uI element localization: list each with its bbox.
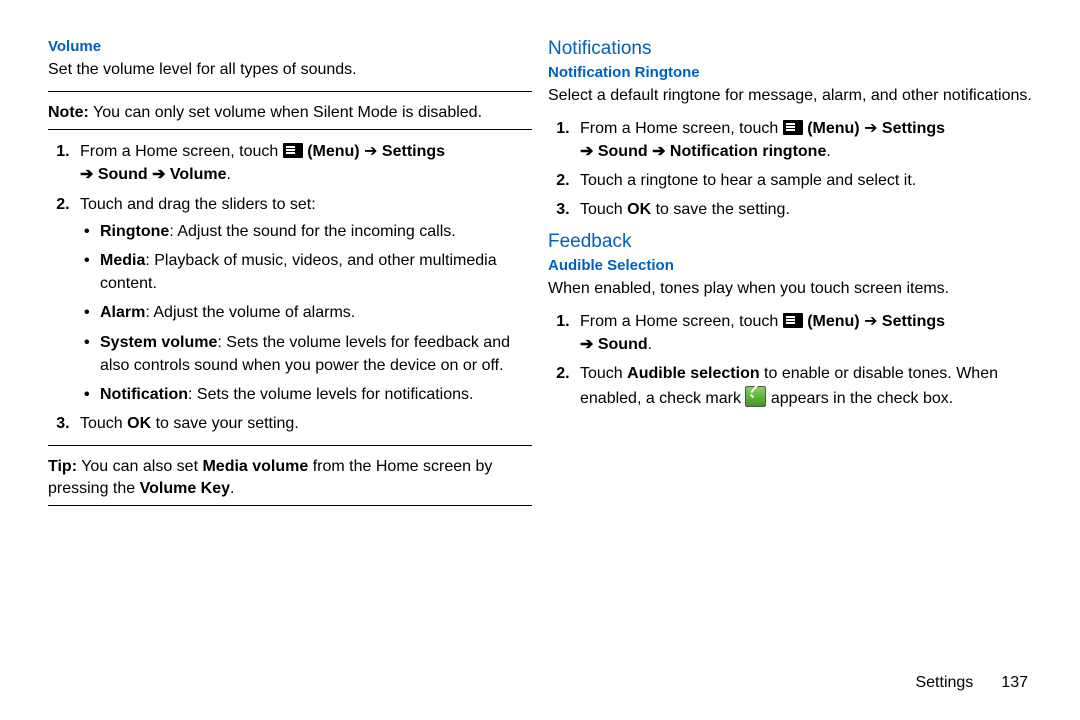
- arrow-icon: ➔: [580, 336, 598, 353]
- slider-bullets: Ringtone: Adjust the sound for the incom…: [84, 220, 532, 406]
- dot: .: [648, 336, 652, 353]
- notifications-section: Notifications: [548, 38, 1032, 60]
- arrow-icon: ➔: [860, 120, 882, 137]
- checkmark-icon: [745, 386, 766, 407]
- divider: [48, 445, 532, 446]
- bullet-label: Notification: [100, 386, 188, 403]
- bullet-text: : Adjust the volume of alarms.: [145, 304, 355, 321]
- feedback-steps: From a Home screen, touch (Menu) ➔ Setti…: [574, 310, 1032, 410]
- page-footer: Settings 137: [915, 674, 1028, 692]
- bullet-label: System volume: [100, 334, 217, 351]
- menu-label: (Menu): [803, 313, 860, 330]
- divider: [48, 91, 532, 92]
- feedback-section: Feedback: [548, 231, 1032, 253]
- bullet-text: : Adjust the sound for the incoming call…: [169, 223, 455, 240]
- audible-selection-heading: Audible Selection: [548, 257, 1032, 274]
- notification-intro: Select a default ringtone for message, a…: [548, 85, 1032, 107]
- right-column: Notifications Notification Ringtone Sele…: [540, 38, 1032, 516]
- menu-icon: [783, 120, 803, 135]
- arrow-icon: ➔: [80, 166, 98, 183]
- tip-text: You can also set: [77, 458, 202, 475]
- media-volume-label: Media volume: [202, 458, 308, 475]
- ok-label: OK: [627, 201, 651, 218]
- dot: .: [230, 480, 234, 497]
- arrow-icon: ➔: [360, 143, 382, 160]
- list-item: Touch a ringtone to hear a sample and se…: [574, 169, 1032, 192]
- bullet-text: : Playback of music, videos, and other m…: [100, 252, 497, 292]
- step-text: to save your setting.: [151, 415, 299, 432]
- ok-label: OK: [127, 415, 151, 432]
- step-text: appears in the check box.: [766, 390, 953, 407]
- volume-intro: Set the volume level for all types of so…: [48, 59, 532, 81]
- menu-label: (Menu): [803, 120, 860, 137]
- list-item: System volume: Sets the volume levels fo…: [84, 331, 532, 377]
- audible-selection-label: Audible selection: [627, 365, 759, 382]
- settings-label: Settings: [882, 120, 945, 137]
- feedback-intro: When enabled, tones play when you touch …: [548, 278, 1032, 300]
- notification-ringtone-label: Notification ringtone: [670, 143, 826, 160]
- step-text: to save the setting.: [651, 201, 790, 218]
- note-label: Note:: [48, 104, 89, 121]
- arrow-icon: ➔: [860, 313, 882, 330]
- bullet-text: : Sets the volume levels for notificatio…: [188, 386, 473, 403]
- volume-label: Volume: [170, 166, 227, 183]
- list-item: Ringtone: Adjust the sound for the incom…: [84, 220, 532, 243]
- divider: [48, 505, 532, 506]
- settings-label: Settings: [382, 143, 445, 160]
- step-text: From a Home screen, touch: [80, 143, 283, 160]
- step-text: Touch: [580, 365, 627, 382]
- divider: [48, 129, 532, 130]
- bullet-label: Alarm: [100, 304, 145, 321]
- left-column: Volume Set the volume level for all type…: [48, 38, 540, 516]
- step-text: Touch: [580, 201, 627, 218]
- list-item: Touch OK to save the setting.: [574, 198, 1032, 221]
- volume-key-label: Volume Key: [140, 480, 230, 497]
- step-text: Touch and drag the sliders to set:: [80, 196, 316, 213]
- menu-icon: [783, 313, 803, 328]
- list-item: Alarm: Adjust the volume of alarms.: [84, 301, 532, 324]
- volume-heading: Volume: [48, 38, 532, 55]
- settings-label: Settings: [882, 313, 945, 330]
- tip-label: Tip:: [48, 458, 77, 475]
- notification-steps: From a Home screen, touch (Menu) ➔ Setti…: [574, 117, 1032, 222]
- dot: .: [227, 166, 231, 183]
- list-item: Touch and drag the sliders to set: Ringt…: [74, 193, 532, 407]
- list-item: Touch OK to save your setting.: [74, 412, 532, 435]
- volume-steps: From a Home screen, touch (Menu) ➔ Setti…: [74, 140, 532, 435]
- arrow-icon: ➔: [148, 166, 170, 183]
- notification-ringtone-heading: Notification Ringtone: [548, 64, 1032, 81]
- footer-page-number: 137: [1001, 674, 1028, 691]
- step-text: From a Home screen, touch: [580, 313, 783, 330]
- arrow-icon: ➔: [580, 143, 598, 160]
- list-item: Touch Audible selection to enable or dis…: [574, 362, 1032, 409]
- bullet-label: Ringtone: [100, 223, 169, 240]
- list-item: Media: Playback of music, videos, and ot…: [84, 249, 532, 295]
- list-item: From a Home screen, touch (Menu) ➔ Setti…: [574, 310, 1032, 356]
- volume-tip: Tip: You can also set Media volume from …: [48, 456, 532, 499]
- sound-label: Sound: [598, 143, 648, 160]
- dot: .: [826, 143, 830, 160]
- sound-label: Sound: [98, 166, 148, 183]
- sound-label: Sound: [598, 336, 648, 353]
- note-text: You can only set volume when Silent Mode…: [89, 104, 482, 121]
- list-item: From a Home screen, touch (Menu) ➔ Setti…: [74, 140, 532, 186]
- menu-icon: [283, 143, 303, 158]
- menu-label: (Menu): [303, 143, 360, 160]
- step-text: From a Home screen, touch: [580, 120, 783, 137]
- footer-section: Settings: [915, 674, 973, 691]
- list-item: Notification: Sets the volume levels for…: [84, 383, 532, 406]
- bullet-label: Media: [100, 252, 145, 269]
- volume-note: Note: You can only set volume when Silen…: [48, 102, 532, 124]
- arrow-icon: ➔: [648, 143, 670, 160]
- step-text: Touch: [80, 415, 127, 432]
- list-item: From a Home screen, touch (Menu) ➔ Setti…: [574, 117, 1032, 163]
